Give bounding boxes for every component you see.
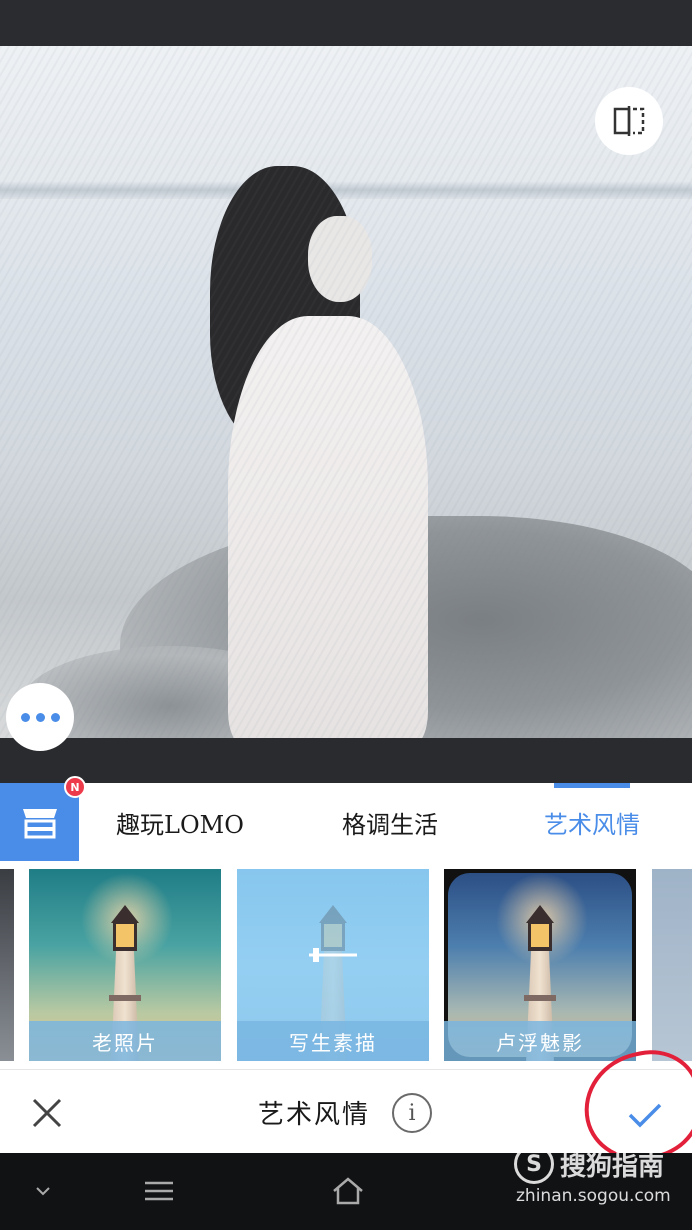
sogou-watermark: S 搜狗指南 zhinan.sogou.com	[514, 1144, 684, 1214]
store-icon	[22, 809, 57, 839]
sogou-logo: S	[514, 1144, 554, 1184]
filter-thumb-sketch[interactable]: 写生素描	[237, 869, 429, 1061]
tab-lomo[interactable]: 趣玩LOMO	[100, 783, 260, 861]
filter-category-tabs: N 趣玩LOMO 格调生活 艺术风情	[0, 776, 692, 861]
filter-label: 老照片	[29, 1021, 221, 1061]
filter-label: 卢浮魅影	[444, 1021, 636, 1061]
lighthouse-image	[492, 869, 592, 1061]
home-icon	[333, 1177, 363, 1205]
dot	[20, 712, 30, 722]
top-bar	[0, 0, 692, 46]
category-title: 艺术风情	[258, 1099, 371, 1130]
lighthouse-image	[77, 869, 177, 1061]
intensity-slider-icon	[309, 948, 357, 962]
new-badge: N	[64, 776, 86, 798]
more-options-button[interactable]	[6, 683, 74, 751]
filter-list: 老照片 写生素描 卢浮魅影	[0, 861, 692, 1069]
filter-thumb-louvre[interactable]: 卢浮魅影	[444, 869, 636, 1061]
menu-icon	[145, 1181, 173, 1201]
nav-home-button[interactable]	[328, 1173, 368, 1209]
sketch-texture	[0, 46, 692, 738]
filter-label: 写生素描	[237, 1021, 429, 1061]
split-compare-icon	[613, 106, 645, 136]
cancel-button[interactable]	[22, 1088, 72, 1138]
active-tab-indicator	[554, 783, 630, 788]
compare-button[interactable]	[595, 87, 663, 155]
tab-art[interactable]: 艺术风情	[512, 783, 672, 861]
photo-editor-screen: N 趣玩LOMO 格调生活 艺术风情 老照片 写生素描 卢浮魅影 艺术风情 i …	[0, 0, 692, 1230]
nav-menu-button[interactable]	[140, 1173, 178, 1209]
photo-preview[interactable]	[0, 46, 692, 738]
watermark-url: zhinan.sogou.com	[516, 1186, 671, 1206]
lighthouse-image-faded	[315, 899, 351, 1061]
filter-thumb-partial-left[interactable]	[0, 869, 14, 1061]
filter-thumb-partial-right[interactable]	[652, 869, 692, 1061]
filter-thumb-old-photo[interactable]: 老照片	[29, 869, 221, 1061]
dot	[35, 712, 45, 722]
watermark-title: 搜狗指南	[560, 1152, 665, 1182]
info-button[interactable]: i	[392, 1093, 432, 1133]
close-icon	[32, 1098, 62, 1128]
dot	[50, 712, 60, 722]
chevron-down-icon	[36, 1187, 50, 1196]
nav-back-button[interactable]	[30, 1173, 56, 1209]
tab-lifestyle[interactable]: 格调生活	[310, 783, 470, 861]
